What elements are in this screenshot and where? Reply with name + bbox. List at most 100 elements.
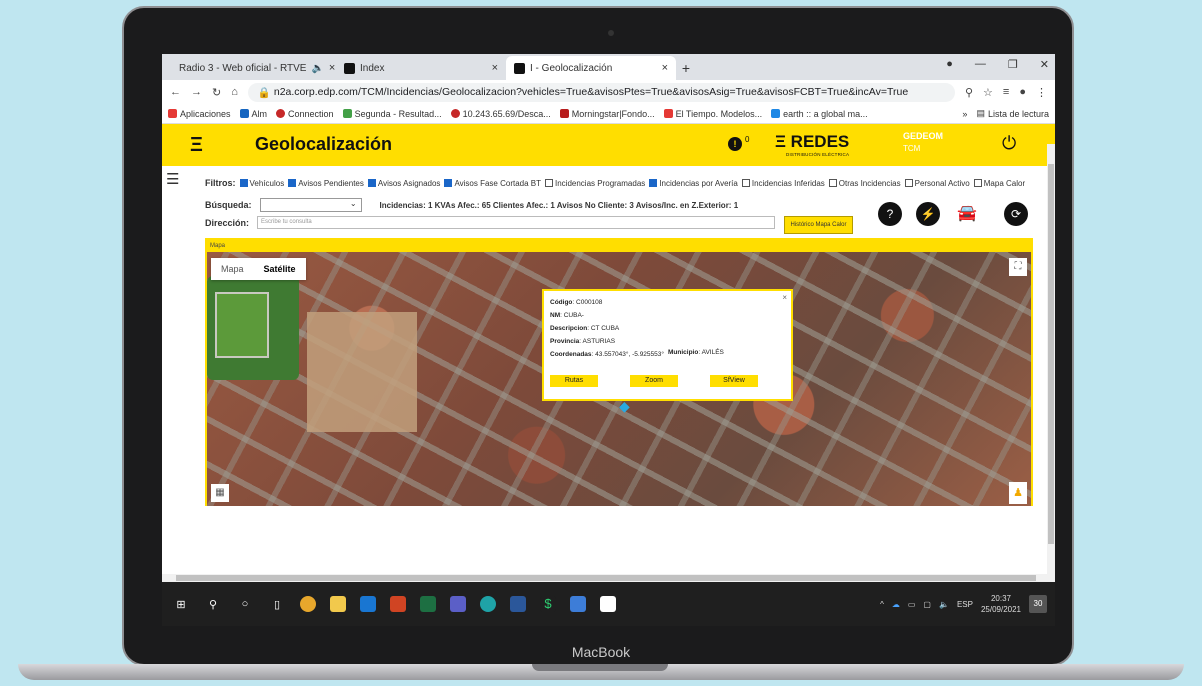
filter-mapa-calor[interactable]: Mapa Calor [973, 179, 1025, 188]
sfview-button[interactable]: SfView [710, 375, 758, 387]
minimize-icon[interactable]: — [975, 58, 986, 71]
filter-avisos-pendientes[interactable]: Avisos Pendientes [288, 179, 364, 188]
tab-index[interactable]: Index × [336, 56, 506, 80]
zoom-button[interactable]: Zoom [630, 375, 678, 387]
profile-dot-icon[interactable]: ● [946, 58, 953, 71]
map-type-map-button[interactable]: Mapa [211, 258, 254, 280]
reload-icon[interactable]: ↻ [212, 86, 221, 99]
new-tab-icon[interactable]: + [676, 60, 696, 76]
checkbox-icon[interactable] [649, 179, 658, 188]
bookmark-desca[interactable]: 10.243.65.69/Desca... [450, 109, 551, 119]
satellite-map[interactable]: Mapa Satélite ⛶ ♟ ▦ ◆ × Código: C000108 … [207, 252, 1031, 506]
tab-geolocalizacion[interactable]: I - Geolocalización × [506, 56, 676, 80]
checkbox-icon[interactable] [828, 179, 837, 188]
rutas-button[interactable]: Rutas [550, 375, 598, 387]
search-select[interactable]: ⌄ [259, 198, 362, 212]
zoom-icon[interactable]: ⚲ [965, 86, 973, 99]
cortana-icon[interactable]: ○ [236, 596, 254, 612]
network-app-icon[interactable] [570, 596, 586, 612]
finance-app-icon[interactable]: $ [540, 596, 556, 612]
checkbox-icon[interactable] [545, 179, 553, 188]
bookmark-morningstar[interactable]: Morningstar|Fondo... [559, 109, 655, 119]
checkbox-icon[interactable] [444, 179, 453, 188]
clock[interactable]: 20:37 25/09/2021 [981, 593, 1021, 615]
main-content: ☰ Filtros: Vehículos Avisos Pendientes A… [162, 166, 1055, 506]
notifications-badge[interactable]: 30 [1029, 595, 1047, 613]
map-type-satellite-button[interactable]: Satélite [254, 258, 306, 280]
search-icon[interactable]: ⚲ [204, 596, 222, 612]
address-input[interactable]: Escribe tu consulta [257, 216, 776, 229]
word-icon[interactable] [510, 596, 526, 612]
checkbox-icon[interactable] [973, 179, 982, 188]
filter-incidencias-averia[interactable]: Incidencias por Avería [649, 179, 738, 188]
help-icon[interactable]: ? [878, 202, 902, 226]
menu-icon[interactable]: ⋮ [1036, 86, 1047, 99]
historico-mapa-calor-button[interactable]: Histórico Mapa Calor [784, 216, 853, 234]
close-popup-icon[interactable]: × [782, 293, 787, 302]
hamburger-icon[interactable]: ☰ [166, 170, 179, 188]
onedrive-icon[interactable]: ☁ [892, 600, 900, 609]
language-indicator[interactable]: ESP [957, 600, 973, 609]
windows-start-icon[interactable]: ⊞ [172, 596, 190, 612]
checkbox-icon[interactable] [741, 179, 750, 188]
star-icon[interactable]: ☆ [983, 86, 993, 99]
bookmark-segunda[interactable]: Segunda - Resultad... [342, 109, 442, 119]
task-view-icon[interactable]: ▯ [268, 596, 286, 612]
maximize-icon[interactable]: ❐ [1008, 58, 1018, 71]
checkbox-icon[interactable] [367, 179, 376, 188]
filter-avisos-asignados[interactable]: Avisos Asignados [367, 179, 440, 188]
chevron-up-icon[interactable]: ^ [880, 600, 884, 609]
checkbox-icon[interactable] [239, 179, 248, 188]
network-icon[interactable]: ▢ [923, 600, 931, 609]
back-icon[interactable]: ← [170, 86, 181, 98]
close-tab-icon[interactable]: × [329, 62, 335, 74]
filter-otras-incidencias[interactable]: Otras Incidencias [828, 179, 901, 188]
bookmark-eltiempo[interactable]: El Tiempo. Modelos... [663, 109, 762, 119]
teams-icon[interactable] [450, 596, 466, 612]
power-icon[interactable]: ⏻ [1002, 133, 1016, 154]
vehicle-icon[interactable]: 🚘 [955, 202, 979, 226]
volume-icon[interactable]: 🔈 [939, 600, 949, 609]
notes-app-icon[interactable] [600, 596, 616, 612]
close-tab-icon[interactable]: × [492, 62, 498, 74]
bookmark-alm[interactable]: Alm [239, 109, 267, 119]
filter-incidencias-inferidas[interactable]: Incidencias Inferidas [741, 179, 825, 188]
edge-icon[interactable] [480, 596, 496, 612]
transformer-icon[interactable]: ⚡ [916, 202, 940, 226]
filter-personal-activo[interactable]: Personal Activo [904, 179, 970, 188]
tab-radio3[interactable]: Radio 3 - Web oficial - RTVE 🔈 × [166, 56, 336, 80]
extensions-icon[interactable]: ≡ [1003, 86, 1009, 98]
outlook-icon[interactable] [360, 596, 376, 612]
bookmark-connection[interactable]: Connection [276, 109, 334, 119]
refresh-icon[interactable]: ⟳ [1004, 202, 1028, 226]
scroll-thumb[interactable] [1048, 164, 1054, 544]
reading-list[interactable]: ▤ Lista de lectura [976, 108, 1049, 119]
filter-vehiculos[interactable]: Vehículos [239, 179, 284, 188]
close-tab-icon[interactable]: × [662, 62, 668, 74]
alert-icon[interactable]: ! [728, 137, 742, 151]
powerpoint-icon[interactable] [390, 596, 406, 612]
close-window-icon[interactable]: ✕ [1040, 58, 1049, 71]
filter-label: Avisos Fase Cortada BT [454, 178, 541, 188]
forward-icon[interactable]: → [191, 86, 202, 98]
map-grid-icon[interactable]: ▦ [211, 484, 229, 502]
excel-icon[interactable] [420, 596, 436, 612]
checkbox-icon[interactable] [288, 179, 297, 188]
fullscreen-icon[interactable]: ⛶ [1009, 258, 1027, 276]
account-icon[interactable]: ● [1019, 86, 1026, 98]
filter-avisos-fase-cortada[interactable]: Avisos Fase Cortada BT [444, 179, 541, 188]
horizontal-scrollbar[interactable] [162, 574, 1055, 582]
file-explorer-icon[interactable] [330, 596, 346, 612]
filter-incidencias-programadas[interactable]: Incidencias Programadas [545, 179, 645, 188]
vertical-scrollbar[interactable] [1047, 144, 1055, 604]
checkbox-icon[interactable] [904, 179, 913, 188]
pegman-icon[interactable]: ♟ [1009, 482, 1027, 504]
url-field[interactable]: 🔒 n2a.corp.edp.com /TCM/Incidencias/Geol… [247, 82, 955, 102]
bookmark-earth[interactable]: earth :: a global ma... [771, 109, 868, 119]
home-icon[interactable]: ⌂ [231, 86, 238, 98]
bookmark-apps[interactable]: Aplicaciones [168, 109, 231, 119]
battery-icon[interactable]: ▭ [908, 600, 916, 609]
scroll-thumb[interactable] [176, 575, 1036, 581]
chrome-icon[interactable] [300, 596, 316, 612]
more-bookmarks-icon[interactable]: » [962, 109, 967, 119]
